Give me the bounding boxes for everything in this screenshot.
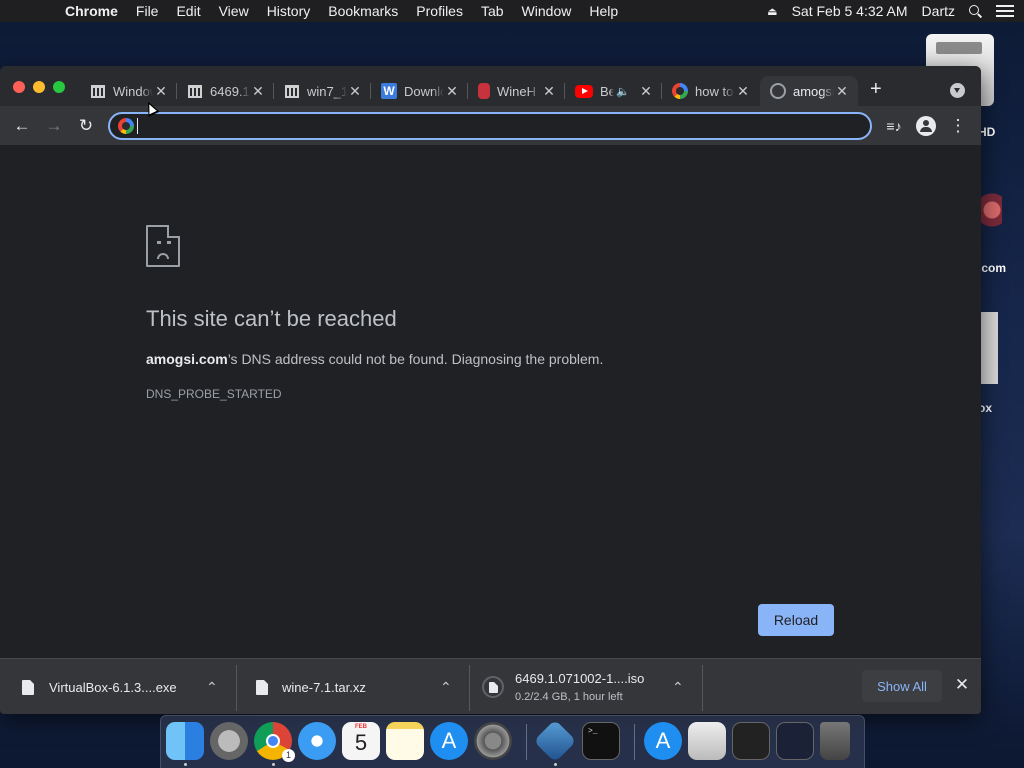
reload-icon[interactable]: ↻ <box>74 114 98 138</box>
chevron-up-icon[interactable]: ⌃ <box>206 679 218 696</box>
address-input[interactable] <box>138 116 870 136</box>
error-code: DNS_PROBE_STARTED <box>146 387 282 401</box>
calendar-icon[interactable]: FEB 5 <box>342 722 380 760</box>
tab-youtube[interactable]: Be 🔈 ✕ <box>565 76 662 106</box>
wine-icon <box>478 83 490 99</box>
desktop-label-com[interactable]: .com <box>978 261 1024 275</box>
error-domain: amogsi.com <box>146 351 228 367</box>
app-store-folder-icon[interactable]: A <box>644 722 682 760</box>
museum-icon <box>284 83 300 99</box>
media-control-icon[interactable]: ≡♪ <box>882 114 906 138</box>
reload-button[interactable]: Reload <box>758 604 834 636</box>
user-name[interactable]: Dartz <box>922 3 955 19</box>
window-zoom-button[interactable] <box>53 81 65 93</box>
menu-window[interactable]: Window <box>513 3 581 19</box>
download-status: 0.2/2.4 GB, 1 hour left <box>515 691 623 703</box>
terminal-icon[interactable]: >_ <box>582 722 620 760</box>
chevron-up-icon[interactable]: ⌃ <box>672 679 684 696</box>
tab-windows[interactable]: Windows ✕ <box>80 76 177 106</box>
disk-image-icon[interactable] <box>978 312 998 384</box>
file-icon <box>256 679 268 695</box>
dock: 1 FEB 5 A >_ A <box>160 715 865 768</box>
sad-document-icon <box>146 225 180 267</box>
speaker-icon[interactable]: 🔈 <box>616 85 630 98</box>
tab-win7[interactable]: win7_1 ✕ <box>274 76 371 106</box>
chrome-window: Windows ✕ 6469.1 ✕ win7_1 ✕ W Download ✕… <box>0 66 981 714</box>
tab-close-icon[interactable]: ✕ <box>834 83 850 100</box>
tab-close-icon[interactable]: ✕ <box>444 83 460 100</box>
close-icon[interactable]: ✕ <box>954 675 970 695</box>
error-page: This site can’t be reached amogsi.com’s … <box>0 145 981 658</box>
omnibox[interactable] <box>108 112 872 140</box>
download-item-iso[interactable]: 6469.1.071002-1....iso 0.2/2.4 GB, 1 hou… <box>482 659 702 714</box>
museum-icon <box>90 83 106 99</box>
back-button[interactable]: ← <box>10 114 34 138</box>
menu-history[interactable]: History <box>258 3 320 19</box>
google-icon <box>118 118 134 134</box>
tab-download[interactable]: W Download ✕ <box>371 76 468 106</box>
trash-icon[interactable] <box>820 722 850 760</box>
download-progress-icon <box>482 676 504 698</box>
finder-icon[interactable] <box>166 722 204 760</box>
download-shelf: VirtualBox-6.1.3....exe ⌃ wine-7.1.tar.x… <box>0 658 981 714</box>
menu-bar: Chrome File Edit View History Bookmarks … <box>0 0 1024 22</box>
menu-view[interactable]: View <box>210 3 258 19</box>
menu-help[interactable]: Help <box>580 3 627 19</box>
system-preferences-icon[interactable] <box>474 722 512 760</box>
eject-icon[interactable]: ⏏ <box>767 5 777 18</box>
error-description: amogsi.com’s DNS address could not be fo… <box>146 351 604 367</box>
spotlight-search-icon[interactable] <box>969 4 982 18</box>
window-minimize-button[interactable] <box>33 81 45 93</box>
museum-icon <box>187 83 203 99</box>
chrome-icon[interactable]: 1 <box>254 722 295 762</box>
blue-w-icon: W <box>381 83 397 99</box>
tab-close-icon[interactable]: ✕ <box>153 83 169 100</box>
safari-icon[interactable] <box>298 722 336 760</box>
tab-close-icon[interactable]: ✕ <box>735 83 751 100</box>
window-close-button[interactable] <box>13 81 25 93</box>
app-store-icon[interactable]: A <box>430 722 468 760</box>
desktop-label-ox[interactable]: ox <box>978 401 1024 415</box>
launchpad-icon[interactable] <box>210 722 248 760</box>
file-icon <box>22 679 34 695</box>
menu-edit[interactable]: Edit <box>167 3 209 19</box>
menu-app-chrome[interactable]: Chrome <box>56 3 127 19</box>
tab-amogsi[interactable]: amogsi ✕ <box>760 76 858 106</box>
tab-6469[interactable]: 6469.1 ✕ <box>177 76 274 106</box>
tab-how-to[interactable]: how to ✕ <box>662 76 759 106</box>
download-item-wine[interactable]: wine-7.1.tar.xz ⌃ <box>256 659 469 714</box>
chevron-up-icon[interactable]: ⌃ <box>440 679 452 696</box>
notes-icon[interactable] <box>386 722 424 760</box>
tab-search-icon[interactable] <box>950 83 965 98</box>
tab-close-icon[interactable]: ✕ <box>250 83 266 100</box>
downloads-stack-icon[interactable] <box>688 722 726 760</box>
chrome-badge: 1 <box>282 749 295 762</box>
clock[interactable]: Sat Feb 5 4:32 AM <box>792 3 908 19</box>
tab-close-icon[interactable]: ✕ <box>638 83 654 100</box>
menu-bookmarks[interactable]: Bookmarks <box>319 3 407 19</box>
profile-icon[interactable] <box>914 114 938 138</box>
notification-center-icon[interactable] <box>996 5 1014 17</box>
virtualbox-icon[interactable] <box>533 719 577 763</box>
screenshot-thumbnail-icon[interactable] <box>776 722 814 760</box>
desktop-label-hd[interactable]: HD <box>978 125 1024 139</box>
globe-icon <box>770 83 786 99</box>
menu-tab[interactable]: Tab <box>472 3 513 19</box>
menu-kebab-icon[interactable]: ⋮ <box>946 114 970 138</box>
tab-close-icon[interactable]: ✕ <box>347 83 363 100</box>
download-item-virtualbox[interactable]: VirtualBox-6.1.3....exe ⌃ <box>22 659 236 714</box>
new-tab-button[interactable]: + <box>870 79 882 99</box>
tab-close-icon[interactable]: ✕ <box>541 83 557 100</box>
error-title: This site can’t be reached <box>146 306 397 331</box>
google-icon <box>672 83 688 99</box>
menu-profiles[interactable]: Profiles <box>407 3 472 19</box>
youtube-icon <box>575 84 593 98</box>
forward-button[interactable]: → <box>42 114 66 138</box>
menu-file[interactable]: File <box>127 3 168 19</box>
show-all-button[interactable]: Show All <box>862 670 942 702</box>
window-thumbnail-icon[interactable] <box>732 722 770 760</box>
tab-wineh[interactable]: WineH ✕ <box>468 76 565 106</box>
